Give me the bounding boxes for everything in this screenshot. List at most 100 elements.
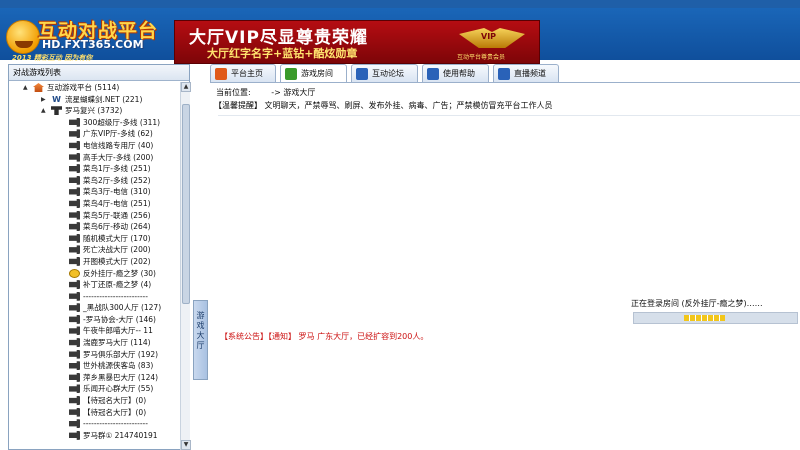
tree-item[interactable]: 广东VIP厅-多线 (62)	[9, 128, 179, 140]
tree-item[interactable]: 乐闻开心群大厅 (55)	[9, 383, 179, 395]
tree-item-label: 菜鸟3厅-电信 (310)	[83, 187, 151, 197]
forum-tab-icon	[356, 68, 368, 80]
tab-live[interactable]: 直播频道	[493, 64, 559, 82]
collapse-icon[interactable]: ▲	[23, 84, 30, 91]
game-list-panel: 对战游戏列表 ▲ 互动游戏平台 (5114) ▶ W 流星蝴蝶剑.NET (221) ▲ 罗…	[8, 64, 191, 450]
tree-item-label: 罗马复兴 (3732)	[65, 106, 123, 116]
tree-item-label: 300超级厅-多线 (311)	[83, 117, 161, 127]
room-icon	[69, 175, 80, 185]
tree-item[interactable]: ------------------------	[9, 291, 179, 303]
login-progress-fill	[684, 315, 726, 321]
tab-label: 互动论坛	[372, 69, 404, 78]
tab-label: 使用帮助	[443, 69, 475, 78]
room-icon	[69, 245, 80, 255]
room-icon	[69, 140, 80, 150]
tree-item-label: 【待冠名大厅】(0)	[83, 396, 147, 406]
vip-badge-text: VIP	[481, 32, 497, 41]
tree-item[interactable]: 菜鸟4厅-电信 (251)	[9, 198, 179, 210]
tree-item[interactable]: 菜鸟6厅-移动 (264)	[9, 221, 179, 233]
platform-logo: 互动对战平台 HD.FXT365.COM 2013 精彩互动 因为有你	[4, 12, 170, 62]
tree-item[interactable]: 【待冠名大厅】(0)	[9, 407, 179, 419]
tree-item[interactable]: 午夜牛郎喵大厅-- 11	[9, 325, 179, 337]
splitter-label: 游戏大厅	[196, 311, 205, 350]
tree-item[interactable]: 罗马群① 214740191	[9, 430, 179, 442]
tree-item[interactable]: 菜鸟3厅-电信 (310)	[9, 186, 179, 198]
room-icon	[69, 256, 80, 266]
room-icon	[69, 419, 80, 429]
tree-item[interactable]: 反外挂厅-瘾之梦 (30)	[9, 267, 179, 280]
server-icon	[51, 106, 62, 116]
tree-item[interactable]: 萍乡黑暴巴大厅 (124)	[9, 372, 179, 384]
tree-item[interactable]: ------------------------	[9, 418, 179, 430]
scroll-thumb[interactable]	[182, 104, 190, 304]
tree-item-label: 死亡决战大厅 (200)	[83, 245, 151, 255]
tree-item-label: 补丁还原-瘾之梦 (4)	[83, 280, 152, 290]
tree-item[interactable]: 【待冠名大厅】(0)	[9, 395, 179, 407]
tree-item[interactable]: 开图模式大厅 (202)	[9, 256, 179, 268]
room-icon	[69, 338, 80, 348]
tree-item-label: 随机模式大厅 (170)	[83, 233, 151, 243]
tree-item[interactable]: _黑战队300人厅 (127)	[9, 302, 179, 314]
home-tab-icon	[215, 68, 227, 80]
tree-item-label: 电信线路专用厅 (40)	[83, 140, 154, 150]
room-icon	[69, 152, 80, 162]
tree-item[interactable]: 菜鸟5厅-联通 (256)	[9, 210, 179, 222]
tab-room[interactable]: 游戏房间	[280, 64, 347, 82]
room-display-area	[218, 115, 800, 321]
tree-item-label: ------------------------	[83, 419, 148, 429]
special-icon	[69, 268, 80, 278]
room-icon	[69, 129, 80, 139]
tree-item[interactable]: 死亡决战大厅 (200)	[9, 244, 179, 256]
mascot-icon	[6, 20, 40, 54]
tree-scrollbar[interactable]: ▲ ▼	[180, 82, 191, 450]
tree-item-label: 广东VIP厅-多线 (62)	[83, 129, 153, 139]
room-content: 当前位置: -> 游戏大厅 【温馨提醒】 文明聊天，严禁辱骂、刷屏、发布外挂、病…	[210, 82, 800, 450]
panel-splitter[interactable]: 游戏大厅	[193, 300, 208, 380]
tree-item[interactable]: -罗马协会-大厅 (146)	[9, 314, 179, 326]
room-icon	[69, 233, 80, 243]
tree-item-label: 菜鸟2厅-多线 (252)	[83, 175, 151, 185]
tree-item[interactable]: 补丁还原-瘾之梦 (4)	[9, 279, 179, 291]
header-bar: 互动对战平台 HD.FXT365.COM 2013 精彩互动 因为有你 大厅VI…	[0, 8, 800, 64]
vip-ad-banner[interactable]: 大厅VIP尽显尊贵荣耀 大厅红字名字+蓝钻+酷炫勋章 VIP 互动平台尊贵会员	[174, 20, 540, 64]
location-arrow: ->	[271, 88, 281, 97]
collapse-icon[interactable]: ▲	[41, 107, 48, 114]
tree-item-label: 午夜牛郎喵大厅-- 11	[83, 326, 153, 336]
room-icon	[69, 291, 80, 301]
home-icon	[33, 83, 44, 92]
room-icon	[69, 314, 80, 324]
tree-item[interactable]: ▶ W 流星蝴蝶剑.NET (221)	[9, 94, 179, 106]
game-tree[interactable]: ▲ 互动游戏平台 (5114) ▶ W 流星蝴蝶剑.NET (221) ▲ 罗马复兴 (37…	[9, 82, 179, 450]
scroll-up-button[interactable]: ▲	[181, 82, 191, 92]
tab-home[interactable]: 平台主页	[210, 64, 276, 82]
tree-item[interactable]: 湍鹿罗马大厅 (114)	[9, 337, 179, 349]
room-icon	[69, 396, 80, 406]
logo-slogan: 2013 精彩互动 因为有你	[12, 54, 93, 62]
tree-item[interactable]: 菜鸟2厅-多线 (252)	[9, 175, 179, 187]
room-icon	[69, 349, 80, 359]
tree-item[interactable]: 菜鸟1厅-多线 (251)	[9, 163, 179, 175]
tree-item[interactable]: 世外桃源侠客岛 (83)	[9, 360, 179, 372]
tree-item-label: 世外桃源侠客岛 (83)	[83, 361, 154, 371]
location-value: 游戏大厅	[283, 88, 316, 97]
tree-item[interactable]: ▲ 罗马复兴 (3732)	[9, 105, 179, 117]
tab-help[interactable]: 使用帮助	[422, 64, 489, 82]
room-icon	[69, 303, 80, 313]
tree-item[interactable]: 300超级厅-多线 (311)	[9, 117, 179, 129]
tree-item[interactable]: 随机模式大厅 (170)	[9, 233, 179, 245]
w-icon: W	[52, 94, 61, 104]
tree-item[interactable]: 电信线路专用厅 (40)	[9, 140, 179, 152]
tree-item-label: 【待冠名大厅】(0)	[83, 407, 147, 417]
tree-item[interactable]: ▲ 互动游戏平台 (5114)	[9, 82, 179, 94]
room-icon	[69, 222, 80, 232]
tree-item-label: 菜鸟6厅-移动 (264)	[83, 222, 151, 232]
scroll-down-button[interactable]: ▼	[181, 440, 191, 450]
tree-item[interactable]: 高手大厅-多线 (200)	[9, 152, 179, 164]
expand-icon[interactable]: ▶	[41, 96, 48, 103]
tab-forum[interactable]: 互动论坛	[351, 64, 418, 82]
tree-item-label: 互动游戏平台 (5114)	[47, 83, 120, 92]
login-progress-bar	[633, 312, 798, 324]
room-icon	[69, 117, 80, 127]
logo-url: HD.FXT365.COM	[42, 38, 144, 51]
tree-item[interactable]: 罗马俱乐部大厅 (192)	[9, 349, 179, 361]
